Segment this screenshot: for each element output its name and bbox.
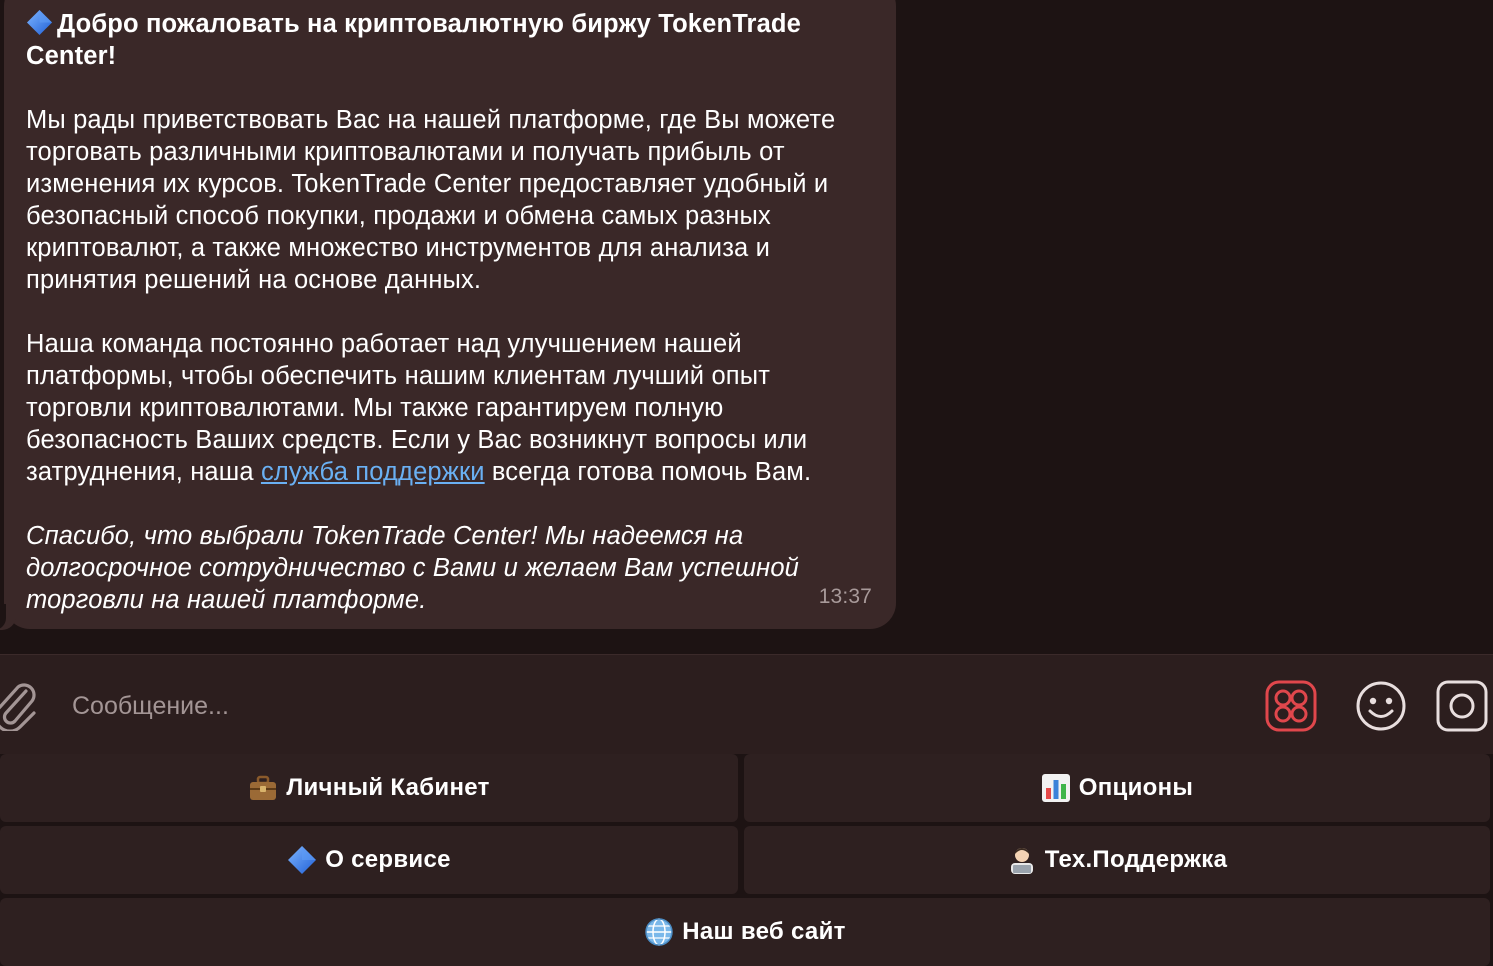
message-input-bar [0, 654, 1493, 754]
website-button[interactable]: Наш веб сайт [0, 898, 1490, 966]
chat-area: Добро пожаловать на криптовалютную биржу… [0, 0, 1493, 654]
message-bubble: Добро пожаловать на криптовалютную биржу… [4, 0, 896, 629]
blue-diamond-icon [26, 9, 53, 36]
message-input[interactable] [70, 681, 1224, 731]
about-service-button[interactable]: О сервисе [0, 826, 738, 894]
personal-cabinet-button[interactable]: Личный Кабинет [0, 754, 738, 822]
blue-diamond-icon [288, 846, 317, 874]
message-title: Добро пожаловать на криптовалютную биржу… [26, 9, 801, 70]
message-paragraph-2: Наша команда постоянно работает над улуч… [26, 330, 812, 486]
support-link[interactable]: служба поддержки [261, 458, 485, 486]
bot-keyboard: Личный Кабинет Опционы О сервисе Тех.Под… [0, 754, 1493, 966]
tech-support-button[interactable]: Тех.Поддержка [744, 826, 1490, 894]
briefcase-icon [250, 775, 277, 800]
paperclip-icon[interactable] [0, 677, 38, 731]
app-grid-icon[interactable] [1265, 680, 1317, 732]
bar-chart-icon [1041, 774, 1070, 802]
message-closing: Спасибо, что выбрали TokenTrade Center! … [26, 522, 799, 614]
smiley-icon[interactable] [1355, 680, 1407, 732]
globe-icon [645, 918, 674, 946]
message-paragraph-1: Мы рады приветствовать Вас на нашей плат… [26, 106, 836, 294]
technologist-icon [1010, 848, 1033, 874]
message-timestamp: 13:37 [818, 585, 872, 608]
camera-icon[interactable] [1436, 680, 1488, 732]
options-button[interactable]: Опционы [744, 754, 1490, 822]
